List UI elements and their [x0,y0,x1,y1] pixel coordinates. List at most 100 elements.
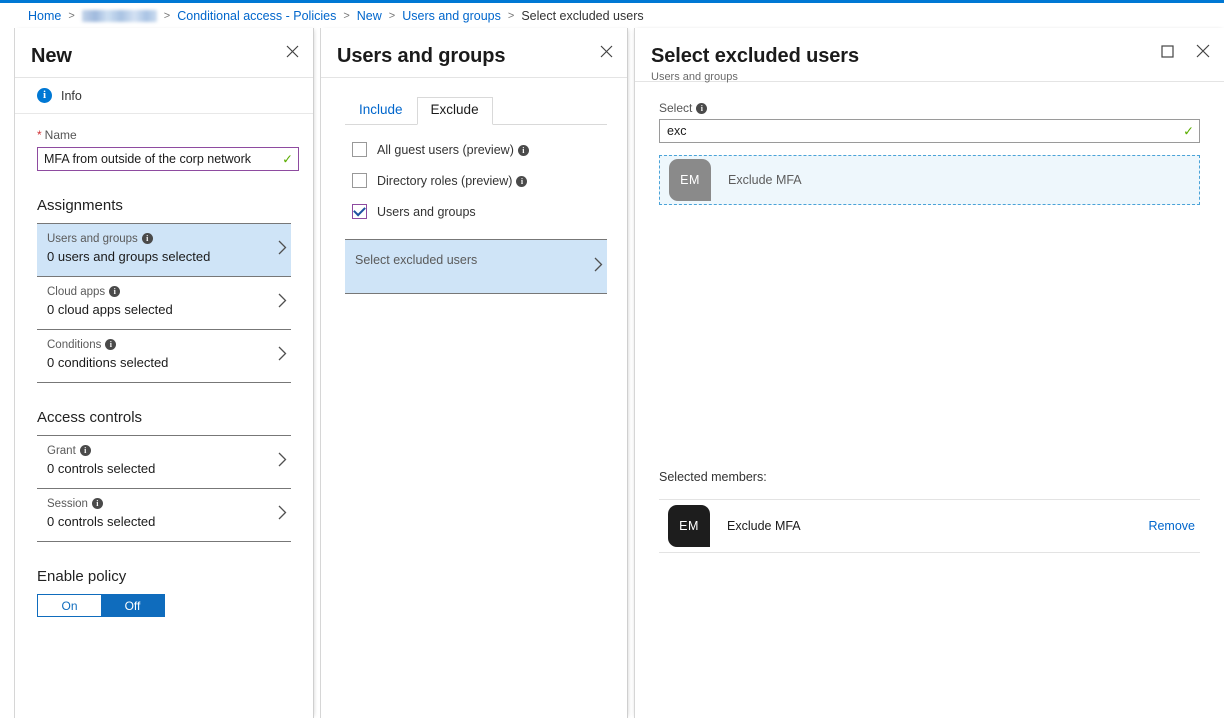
info-icon[interactable]: i [109,286,121,297]
page-title: New [31,45,72,67]
breadcrumb-separator: > [388,9,396,22]
selected-member-name: Exclude MFA [727,519,801,533]
info-icon[interactable]: i [517,144,529,156]
page-title: Select excluded users [651,45,860,67]
page-title: Users and groups [337,45,506,67]
chevron-right-icon [278,346,287,366]
name-input-wrapper[interactable]: ✓ [37,147,299,171]
azure-portal-window: Home > > Conditional access - Policies >… [0,0,1224,718]
info-icon[interactable]: i [516,175,528,187]
avatar: EM [668,505,710,547]
required-marker: * [37,128,42,142]
name-field-block: *Name ✓ [15,114,313,171]
checkbox-row-all-guest-users[interactable]: All guest users (preview) i [321,134,627,165]
enable-policy-title: Enable policy [37,568,127,585]
remove-member-link[interactable]: Remove [1148,519,1195,533]
row-title: Conditions i [47,338,265,353]
search-result-item[interactable]: EM Exclude MFA [659,155,1200,205]
toggle-option-on[interactable]: On [38,595,101,616]
assignment-row-users-and-groups[interactable]: Users and groups i 0 users and groups sel… [37,223,291,276]
checkbox-row-directory-roles[interactable]: Directory roles (preview) i [321,165,627,196]
row-value: 0 cloud apps selected [47,302,173,317]
info-label: Info [61,88,82,103]
checkbox-directory-roles[interactable] [352,173,367,188]
checkbox-users-and-groups[interactable] [352,204,367,219]
assignment-row-conditions[interactable]: Conditions i 0 conditions selected [37,329,291,383]
breadcrumb-separator: > [507,9,515,22]
blade-select-header: Select excluded users Users and groups [635,28,1224,83]
breadcrumb-separator: > [68,9,75,22]
breadcrumb: Home > > Conditional access - Policies >… [0,3,1224,28]
select-excluded-users-row[interactable]: Select excluded users [345,239,607,294]
close-icon[interactable] [281,40,303,62]
access-control-row-grant[interactable]: Grant i 0 controls selected [37,435,291,488]
assignment-row-cloud-apps[interactable]: Cloud apps i 0 cloud apps selected [37,276,291,329]
enable-policy-toggle-wrap: On Off [15,594,313,617]
close-icon[interactable] [595,40,617,62]
select-search-input-wrapper[interactable]: ✓ [659,119,1200,143]
row-title-text: Conditions [47,339,102,351]
enable-policy-toggle[interactable]: On Off [37,594,165,617]
breadcrumb-item-tenant-redacted[interactable] [81,9,157,22]
info-icon[interactable]: i [141,233,153,244]
row-title: Session i [47,497,265,512]
breadcrumb-item-new[interactable]: New [357,9,382,23]
tab-include[interactable]: Include [345,97,417,125]
select-excluded-users-label: Select excluded users [355,253,478,267]
include-exclude-tabs: Include Exclude [345,94,607,125]
checkbox-all-guest-users[interactable] [352,142,367,157]
assignments-section-title: Assignments [37,197,123,214]
select-field-label: Select i [659,101,1200,115]
select-label-text: Select [659,101,693,115]
blade-users-header: Users and groups [321,28,627,78]
info-bar[interactable]: i Info [15,78,313,114]
info-icon[interactable]: i [105,339,117,350]
page-subtitle: Users and groups [651,71,738,83]
breadcrumb-item-home[interactable]: Home [28,9,61,23]
select-blade-body: Selecti ✓ EM Exclude MFA Selected member… [635,101,1224,553]
validation-check-icon: ✓ [282,151,293,167]
close-icon[interactable] [1192,40,1214,62]
checkbox-label: Users and groups [377,204,476,219]
tab-exclude[interactable]: Exclude [416,97,493,125]
row-title-text: Grant [47,445,76,457]
row-title: Users and groups i [47,232,265,247]
chevron-right-icon [278,505,287,525]
checkbox-label: All guest users (preview) i [377,143,529,157]
exclude-options-list: All guest users (preview) i Directory rol… [321,134,627,227]
selected-members-label: Selected members: [659,470,767,484]
chevron-right-icon [278,293,287,313]
access-control-row-session[interactable]: Session i 0 controls selected [37,488,291,542]
select-search-input[interactable] [667,124,1173,138]
info-icon[interactable]: i [696,103,708,114]
info-icon[interactable]: i [91,498,103,509]
row-title: Cloud apps i [47,285,265,300]
row-value: 0 users and groups selected [47,249,211,264]
breadcrumb-item-users-and-groups[interactable]: Users and groups [402,9,501,23]
selected-member-row: EM Exclude MFA Remove [659,499,1200,553]
blade-new-header: New [15,28,313,78]
breadcrumb-separator: > [343,9,350,22]
validation-check-icon: ✓ [1183,123,1194,139]
name-field-label: * Name [37,128,291,142]
toggle-option-off[interactable]: Off [101,595,164,616]
breadcrumb-separator: > [163,9,171,22]
row-value: 0 controls selected [47,514,156,529]
access-controls-rows: Grant i 0 controls selected Session i 0 co… [37,435,291,542]
name-input[interactable] [44,152,274,166]
row-title: Grant i [47,444,265,459]
access-controls-section-title: Access controls [37,409,143,426]
info-icon[interactable]: i [79,445,91,456]
chevron-right-icon [594,257,603,277]
blade-new-header-actions [281,40,303,62]
checkbox-row-users-and-groups[interactable]: Users and groups [321,196,627,227]
blade-select-excluded-users: Select excluded users Users and groups S… [634,28,1224,718]
blade-select-header-actions [1156,40,1214,62]
checkbox-label: Directory roles (preview) i [377,174,528,188]
avatar: EM [669,159,711,201]
maximize-icon[interactable] [1156,40,1178,62]
row-title-text: Users and groups [47,233,138,245]
breadcrumb-item-conditional-access-policies[interactable]: Conditional access - Policies [177,9,336,23]
chevron-right-icon [278,240,287,260]
blade-new-policy: New i Info *Name ✓ Assignments [14,28,314,718]
